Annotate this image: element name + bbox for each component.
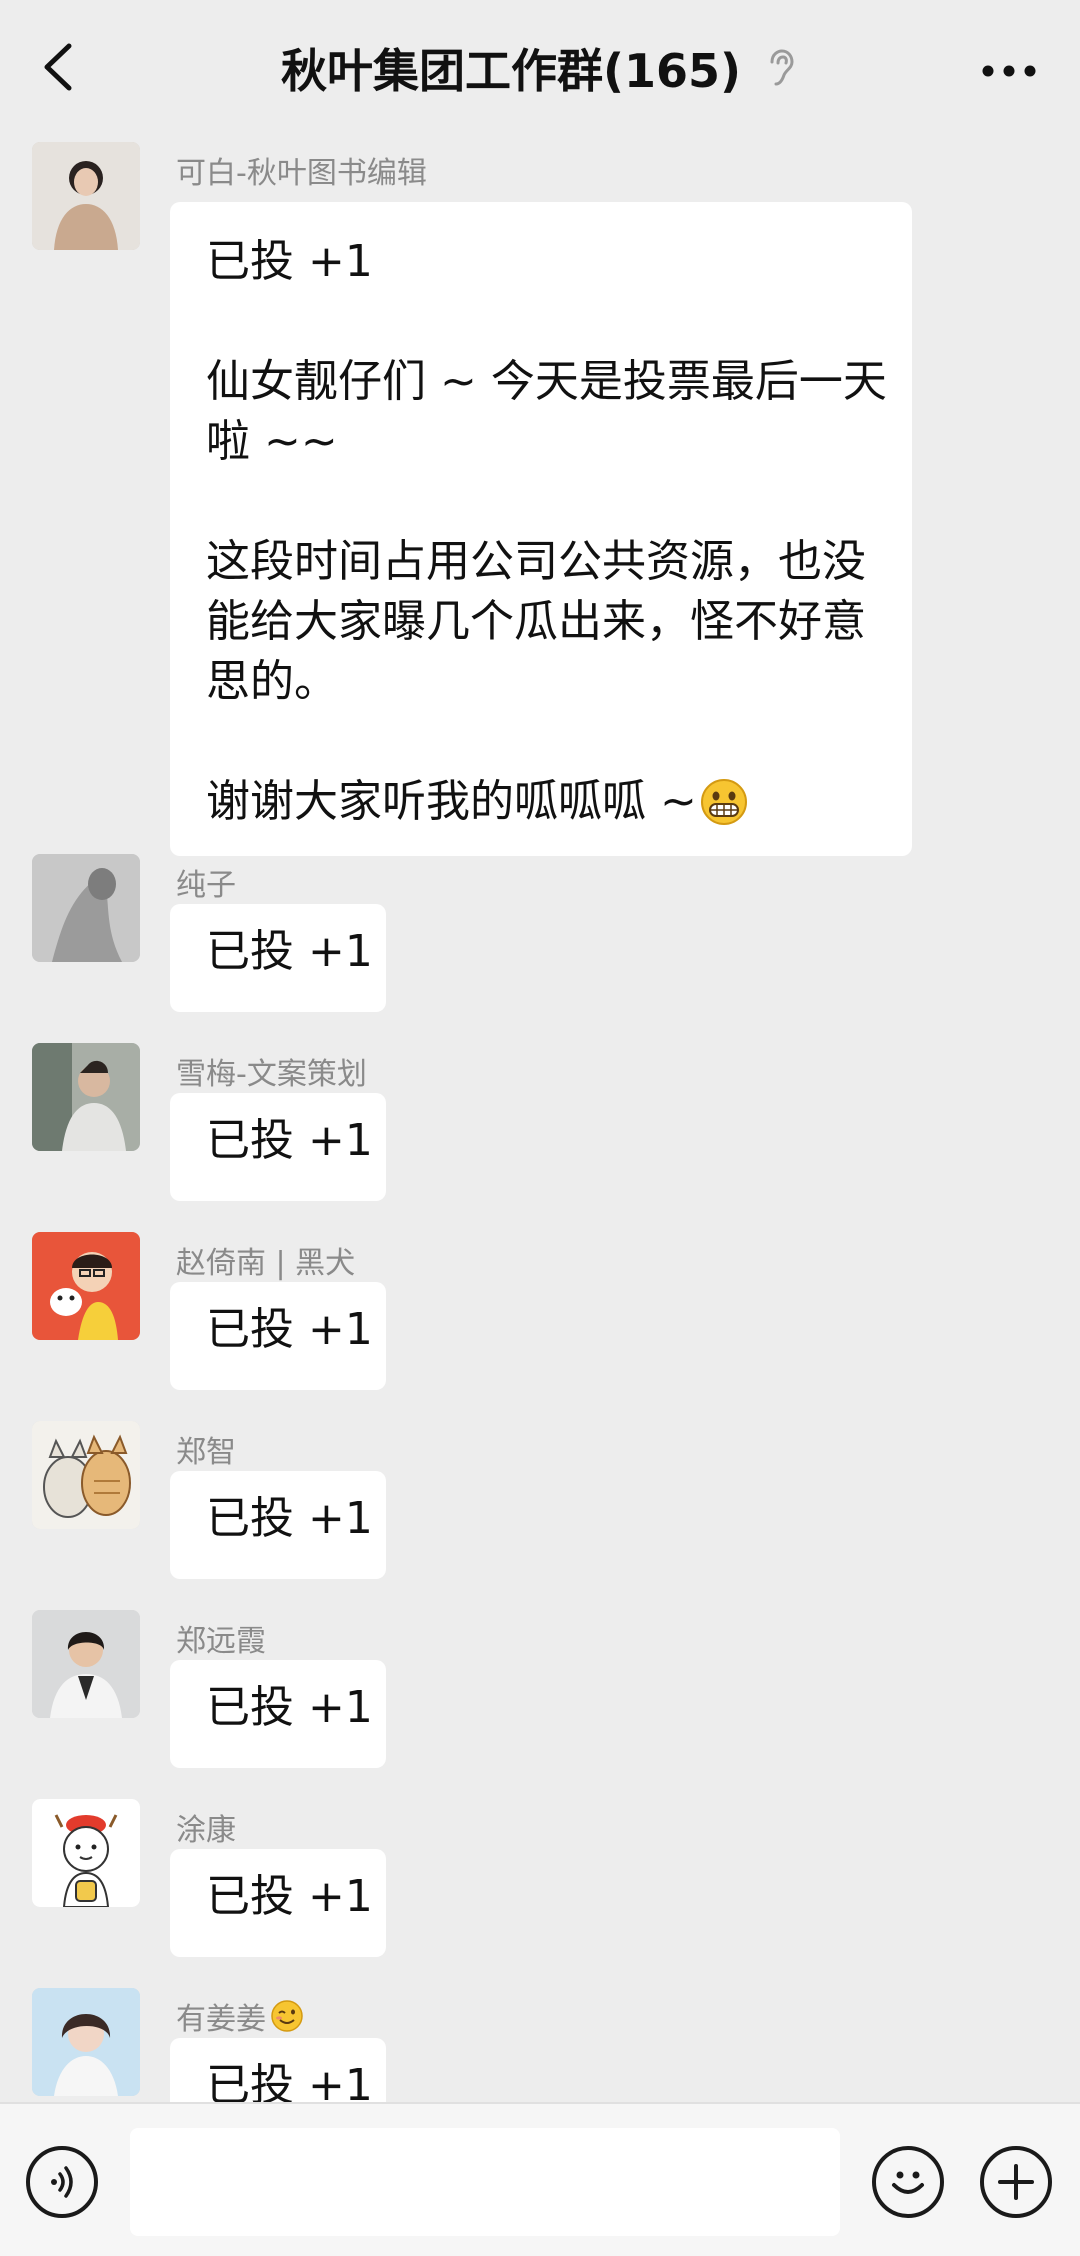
message-bubble[interactable]: 已投 +1 xyxy=(170,2038,386,2102)
smiley-icon xyxy=(892,2171,924,2194)
title-wrap: 秋叶集团工作群(165) xyxy=(0,38,1080,98)
message-bubble[interactable]: 已投 +1 xyxy=(170,1282,386,1390)
sender-name: 赵倚南 | 黑犬 xyxy=(176,1246,356,1281)
message-text: 已投 +1 xyxy=(206,1871,373,1922)
message-bubble[interactable]: 已投 +1 xyxy=(170,1471,386,1579)
avatar[interactable] xyxy=(32,1421,140,1529)
more-button[interactable] xyxy=(974,36,1044,106)
avatar[interactable] xyxy=(32,854,140,962)
avatar[interactable] xyxy=(32,1988,140,2096)
sender-name: 雪梅-文案策划 xyxy=(176,1057,367,1092)
message-text: 已投 +1 xyxy=(206,1304,373,1355)
message-bubble[interactable]: 已投 +1 xyxy=(170,1093,386,1201)
avatar[interactable] xyxy=(32,1610,140,1718)
input-bar xyxy=(0,2102,1080,2256)
sender-name: 纯子 xyxy=(176,868,236,903)
voice-button[interactable] xyxy=(26,2146,98,2218)
sender-name: 郑智 xyxy=(176,1435,236,1470)
message-list[interactable]: 可白-秋叶图书编辑 已投 +1 仙女靓仔们 ~ 今天是投票最后一天 啦 ~~ 这… xyxy=(0,130,1080,2102)
grinning-emoji-icon xyxy=(700,779,747,825)
sender-name: 郑远霞 xyxy=(176,1624,266,1659)
message-line: 已投 +1 xyxy=(206,236,373,287)
message-text: 已投 +1 xyxy=(206,1493,373,1544)
message-bubble[interactable]: 已投 +1 xyxy=(170,904,386,1012)
message-line: 仙女靓仔们 ~ 今天是投票最后一天 xyxy=(206,356,887,407)
message-text: 已投 +1 xyxy=(206,1115,373,1166)
chat-header: 秋叶集团工作群(165) xyxy=(0,0,1080,130)
message-line: 能给大家曝几个瓜出来，怪不好意 xyxy=(206,596,866,647)
sender-name: 有姜姜 xyxy=(176,2002,266,2037)
voice-icon xyxy=(51,2166,73,2198)
message-line: 谢谢大家听我的呱呱呱 ~ xyxy=(206,772,878,832)
avatar[interactable] xyxy=(32,1043,140,1151)
message-bubble[interactable]: 已投 +1 仙女靓仔们 ~ 今天是投票最后一天 啦 ~~ 这段时间占用公司公共资… xyxy=(170,202,912,856)
message-line: 啦 ~~ xyxy=(206,416,338,467)
ear-icon xyxy=(763,46,799,90)
message-text: 谢谢大家听我的呱呱呱 ~ xyxy=(206,776,697,827)
message-bubble[interactable]: 已投 +1 xyxy=(170,1849,386,1957)
message-text: 已投 +1 xyxy=(206,926,373,977)
more-dots-icon xyxy=(982,65,1036,77)
emoji-button[interactable] xyxy=(872,2146,944,2218)
wink-emoji-icon xyxy=(271,2000,303,2032)
message-line: 这段时间占用公司公共资源，也没 xyxy=(206,536,866,587)
plus-icon xyxy=(998,2164,1034,2200)
avatar[interactable] xyxy=(32,1799,140,1907)
avatar[interactable] xyxy=(32,142,140,250)
chat-title[interactable]: 秋叶集团工作群(165) xyxy=(281,35,741,101)
sender-name: 可白-秋叶图书编辑 xyxy=(176,156,427,191)
sender-name-wrap: 有姜姜 xyxy=(176,1994,304,2038)
more-functions-button[interactable] xyxy=(980,2146,1052,2218)
sender-name: 涂康 xyxy=(176,1813,236,1848)
message-input[interactable] xyxy=(130,2128,840,2236)
avatar[interactable] xyxy=(32,1232,140,1340)
message-line: 思的。 xyxy=(206,656,338,707)
message-text: 已投 +1 xyxy=(206,1682,373,1733)
message-text: 已投 +1 xyxy=(206,2060,373,2102)
message-bubble[interactable]: 已投 +1 xyxy=(170,1660,386,1768)
